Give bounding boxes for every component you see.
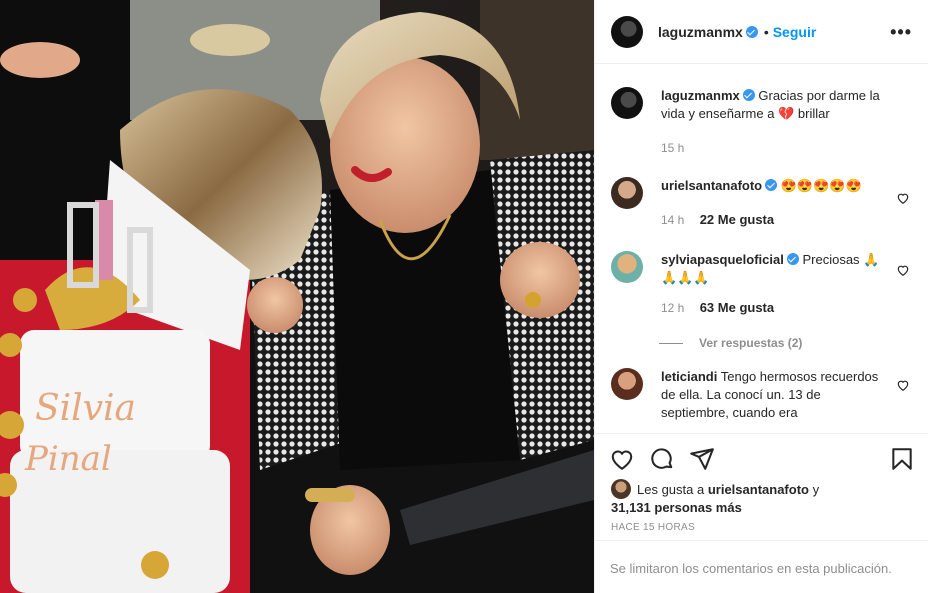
commenter-avatar[interactable] bbox=[611, 368, 643, 400]
author-avatar[interactable] bbox=[611, 15, 643, 48]
comment-icon[interactable] bbox=[649, 446, 675, 472]
caption-avatar[interactable] bbox=[611, 87, 643, 119]
likes-middle: y bbox=[812, 482, 820, 497]
view-replies-label: Ver respuestas (2) bbox=[699, 336, 803, 350]
likes-prefix: Les gusta a bbox=[637, 482, 705, 497]
svg-text:Pinal: Pinal bbox=[24, 439, 112, 479]
caption-text-2: brillar bbox=[797, 106, 830, 121]
comment-likes[interactable]: 22 Me gusta bbox=[700, 212, 774, 227]
commenter-username[interactable]: urielsantanafoto bbox=[661, 178, 762, 193]
comment-likes[interactable]: 63 Me gusta bbox=[700, 300, 774, 315]
view-replies-button[interactable]: Ver respuestas (2) bbox=[659, 336, 912, 350]
post-photo[interactable]: Silvia Pinal bbox=[0, 0, 594, 593]
verified-badge-icon bbox=[742, 89, 755, 101]
like-comment-icon[interactable] bbox=[896, 263, 910, 277]
bookmark-icon[interactable] bbox=[889, 446, 915, 472]
liker-avatar[interactable] bbox=[611, 479, 631, 499]
caption: laguzmanmx Gracias por darme la vida y e… bbox=[611, 65, 912, 157]
photo-illustration: Silvia Pinal bbox=[0, 0, 594, 593]
comment-item: sylviapasqueloficial Preciosas 🙏🙏🙏🙏 12 h… bbox=[611, 229, 912, 317]
caption-time[interactable]: 15 h bbox=[661, 141, 684, 155]
comment-meta: 14 h 22 Me gusta bbox=[661, 211, 881, 229]
comment-text: 😍😍😍😍😍 bbox=[780, 178, 862, 193]
verified-badge-icon bbox=[765, 179, 778, 191]
post-timestamp[interactable]: HACE 15 HORAS bbox=[611, 522, 695, 533]
caption-username[interactable]: laguzmanmx bbox=[661, 88, 740, 103]
post-viewer: Silvia Pinal laguzmanmx • Seguir ••• lag… bbox=[0, 0, 928, 593]
share-icon[interactable] bbox=[689, 446, 715, 472]
verified-badge-icon bbox=[745, 25, 758, 38]
comments-limited-notice: Se limitaron los comentarios en esta pub… bbox=[595, 540, 928, 593]
follow-button[interactable]: Seguir bbox=[773, 24, 817, 40]
commenter-username[interactable]: leticiandi bbox=[661, 369, 717, 384]
like-comment-icon[interactable] bbox=[896, 191, 910, 205]
post-header: laguzmanmx • Seguir ••• bbox=[595, 0, 928, 64]
heart-icon[interactable] bbox=[609, 446, 635, 472]
comment-item: urielsantanafoto 😍😍😍😍😍 14 h 22 Me gusta bbox=[611, 157, 912, 229]
post-actions-bar bbox=[595, 433, 928, 481]
comment-meta: 12 h 63 Me gusta bbox=[661, 299, 881, 317]
caption-meta: 15 h bbox=[661, 139, 901, 157]
replies-divider bbox=[659, 342, 683, 344]
verified-badge-icon bbox=[786, 253, 799, 265]
like-comment-icon[interactable] bbox=[896, 378, 910, 392]
more-options-icon[interactable]: ••• bbox=[890, 22, 912, 43]
caption-emoji: 💔 bbox=[778, 106, 795, 121]
commenter-username[interactable]: sylviapasqueloficial bbox=[661, 252, 784, 267]
commenter-avatar[interactable] bbox=[611, 177, 643, 209]
separator-dot: • bbox=[763, 23, 769, 40]
commenter-avatar[interactable] bbox=[611, 251, 643, 283]
comment-time[interactable]: 12 h bbox=[661, 301, 684, 315]
likes-summary: Les gusta a urielsantanafoto y 31,131 pe… bbox=[611, 479, 912, 517]
post-sidebar: laguzmanmx • Seguir ••• laguzmanmx Graci… bbox=[594, 0, 928, 593]
comments-list[interactable]: laguzmanmx Gracias por darme la vida y e… bbox=[595, 65, 928, 433]
author-username[interactable]: laguzmanmx bbox=[658, 24, 743, 40]
svg-text:Silvia: Silvia bbox=[35, 388, 136, 429]
comment-time[interactable]: 14 h bbox=[661, 213, 684, 227]
liker-username[interactable]: urielsantanafoto bbox=[708, 482, 809, 497]
comment-item: leticiandi Tengo hermosos recuerdos de e… bbox=[611, 350, 912, 422]
likes-count[interactable]: 31,131 personas más bbox=[611, 500, 742, 515]
